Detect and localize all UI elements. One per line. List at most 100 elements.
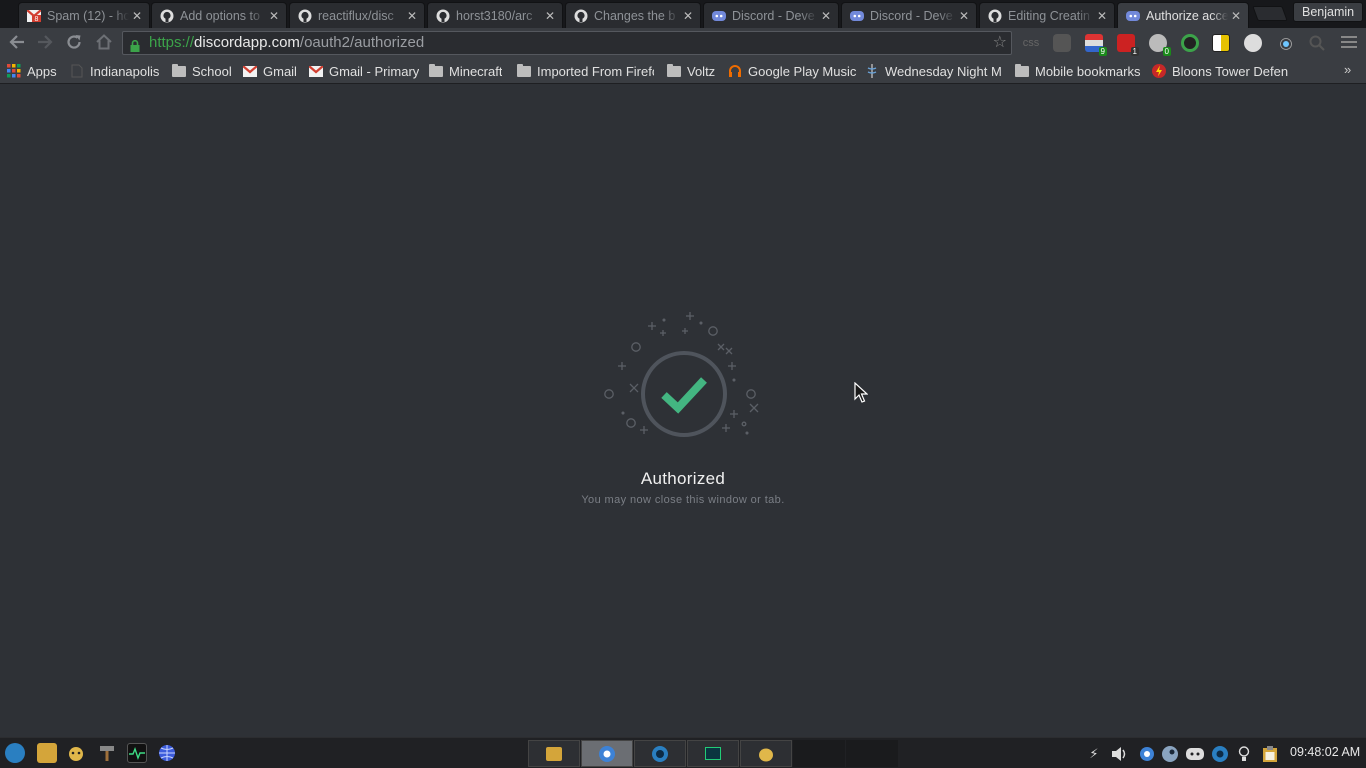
address-bar[interactable]: https://discordapp.com/oauth2/authorized…	[122, 31, 1012, 55]
gmail-icon	[243, 64, 257, 78]
lightbulb-icon[interactable]	[1235, 745, 1253, 763]
pokemon-app-icon	[759, 748, 773, 761]
bookmark-label: Wednesday Night M	[885, 63, 1001, 79]
tab-close-icon[interactable]: ✕	[266, 9, 282, 23]
bookmark-minecraft[interactable]: Minecraft	[429, 62, 502, 80]
bookmark-google-play-music[interactable]: Google Play Music	[728, 62, 856, 80]
tab-strip: 8 Spam (12) - ho ✕ Add options to ✕ reac…	[0, 0, 1366, 28]
bookmark-label: Gmail - Primary	[329, 63, 420, 79]
tab-close-icon[interactable]: ✕	[129, 9, 145, 23]
browser-tab[interactable]: 8 Spam (12) - ho ✕	[18, 2, 150, 28]
pokemon-launcher-icon[interactable]	[66, 743, 86, 763]
browser-tab[interactable]: Changes the b ✕	[565, 2, 701, 28]
browser-tab[interactable]: Editing Creatin ✕	[979, 2, 1115, 28]
chrome-menu-icon[interactable]	[1341, 36, 1357, 51]
network-tray-icon[interactable]	[1211, 745, 1229, 763]
tab-close-icon[interactable]: ✕	[1228, 9, 1244, 23]
gmail-icon	[309, 64, 323, 78]
browser-tab[interactable]: Discord - Deve ✕	[703, 2, 839, 28]
folder-app-icon	[546, 746, 562, 761]
github-extension-icon[interactable]	[1244, 34, 1262, 52]
bookmarks-bar: Apps Indianapolis School Gmail Gmail - P…	[0, 58, 1366, 84]
bookmark-voltz[interactable]: Voltz	[667, 62, 715, 80]
css-extension-icon[interactable]: css	[1020, 34, 1042, 52]
chrome-icon	[599, 745, 615, 762]
file-manager-icon[interactable]	[37, 743, 57, 763]
bookmark-label: Voltz	[687, 63, 716, 79]
reload-icon[interactable]	[64, 33, 84, 53]
clipboard-icon[interactable]	[1261, 745, 1279, 763]
github-icon	[436, 9, 450, 23]
bookmark-apps[interactable]: Apps	[7, 62, 57, 80]
tab-title: reactiflux/disc	[318, 8, 394, 23]
discord-tray-icon[interactable]	[1186, 745, 1204, 763]
spy-extension-icon[interactable]	[1053, 34, 1071, 52]
discord-icon	[850, 9, 864, 23]
bookmark-imported-from-firefox[interactable]: Imported From Firefox	[517, 62, 654, 80]
system-monitor-icon[interactable]	[127, 743, 147, 763]
url-host: discordapp.com	[194, 34, 300, 51]
globe-icon[interactable]	[157, 743, 177, 763]
bookmark-label: Imported From Firefox	[537, 63, 654, 79]
bookmark-indianapolis[interactable]: Indianapolis	[70, 62, 159, 80]
taskbar-window-terminal[interactable]	[687, 740, 739, 767]
taskbar-window-app[interactable]	[634, 740, 686, 767]
pokeball-extension-icon[interactable]: 0	[1149, 34, 1171, 56]
browser-tab[interactable]: Add options to ✕	[151, 2, 287, 28]
github-icon	[574, 9, 588, 23]
home-icon[interactable]	[94, 33, 114, 53]
tab-close-icon[interactable]: ✕	[956, 9, 972, 23]
profile-button[interactable]: Benjamin	[1293, 2, 1364, 22]
steam-tray-icon[interactable]	[1161, 745, 1179, 763]
browser-toolbar: https://discordapp.com/oauth2/authorized…	[0, 28, 1366, 58]
new-tab-button[interactable]	[1252, 6, 1288, 21]
bookmark-gmail-primary[interactable]: Gmail - Primary	[309, 62, 419, 80]
tab-close-icon[interactable]: ✕	[542, 9, 558, 23]
lastpass-extension-icon[interactable]: 1	[1117, 34, 1139, 56]
search-extension-icon[interactable]	[1308, 34, 1328, 52]
github-icon	[298, 9, 312, 23]
github-icon	[988, 9, 1002, 23]
forward-arrow-icon[interactable]	[35, 33, 55, 53]
browser-tab[interactable]: Discord - Deve ✕	[841, 2, 977, 28]
bookmark-star-icon[interactable]: ☆	[993, 32, 1007, 54]
extension-badge: 1	[1130, 47, 1139, 56]
blue-app-icon	[652, 745, 668, 762]
dot-extension-icon[interactable]	[1276, 34, 1296, 52]
folder-icon	[1015, 63, 1029, 78]
taskbar-window-slot[interactable]	[846, 740, 898, 767]
taskbar-window-pokemon[interactable]	[740, 740, 792, 767]
taskbar-window-slot[interactable]	[793, 740, 845, 767]
split-extension-icon[interactable]	[1212, 34, 1230, 52]
tab-close-icon[interactable]: ✕	[404, 9, 420, 23]
url-path: /oauth2/authorized	[299, 34, 425, 51]
tab-close-icon[interactable]: ✕	[1094, 9, 1110, 23]
caduceus-icon	[865, 64, 879, 78]
hammer-icon[interactable]	[97, 743, 117, 763]
browser-tab[interactable]: reactiflux/disc ✕	[289, 2, 425, 28]
tab-close-icon[interactable]: ✕	[818, 9, 834, 23]
browser-tab-active[interactable]: Authorize acce ✕	[1117, 2, 1249, 28]
taskbar-window-files[interactable]	[528, 740, 580, 767]
github-icon	[160, 9, 174, 23]
bookmark-school[interactable]: School	[172, 62, 232, 80]
bookmark-mobile-bookmarks[interactable]: Mobile bookmarks	[1015, 62, 1141, 80]
back-arrow-icon[interactable]	[7, 33, 27, 53]
stack-extension-icon[interactable]: 9	[1085, 34, 1107, 56]
start-menu-icon[interactable]	[5, 743, 25, 763]
bookmarks-overflow-chevron-icon[interactable]: »	[1344, 62, 1351, 77]
chrome-tray-icon[interactable]	[1138, 745, 1156, 763]
browser-tab[interactable]: horst3180/arc ✕	[427, 2, 563, 28]
bookmark-bloons[interactable]: Bloons Tower Defen	[1152, 62, 1290, 80]
power-tray-icon[interactable]: ⚡	[1085, 745, 1103, 763]
taskbar-window-chrome[interactable]	[581, 740, 633, 767]
bookmark-label: Bloons Tower Defen	[1172, 63, 1289, 79]
discord-icon	[1126, 9, 1140, 23]
tab-close-icon[interactable]: ✕	[680, 9, 696, 23]
volume-icon[interactable]	[1111, 745, 1129, 763]
green-ring-extension-icon[interactable]	[1181, 34, 1199, 52]
page-title: Authorized	[640, 469, 726, 488]
tab-title: Editing Creatin	[1008, 8, 1090, 23]
bookmark-gmail[interactable]: Gmail	[243, 62, 297, 80]
bookmark-wednesday-night[interactable]: Wednesday Night M	[865, 62, 1001, 80]
